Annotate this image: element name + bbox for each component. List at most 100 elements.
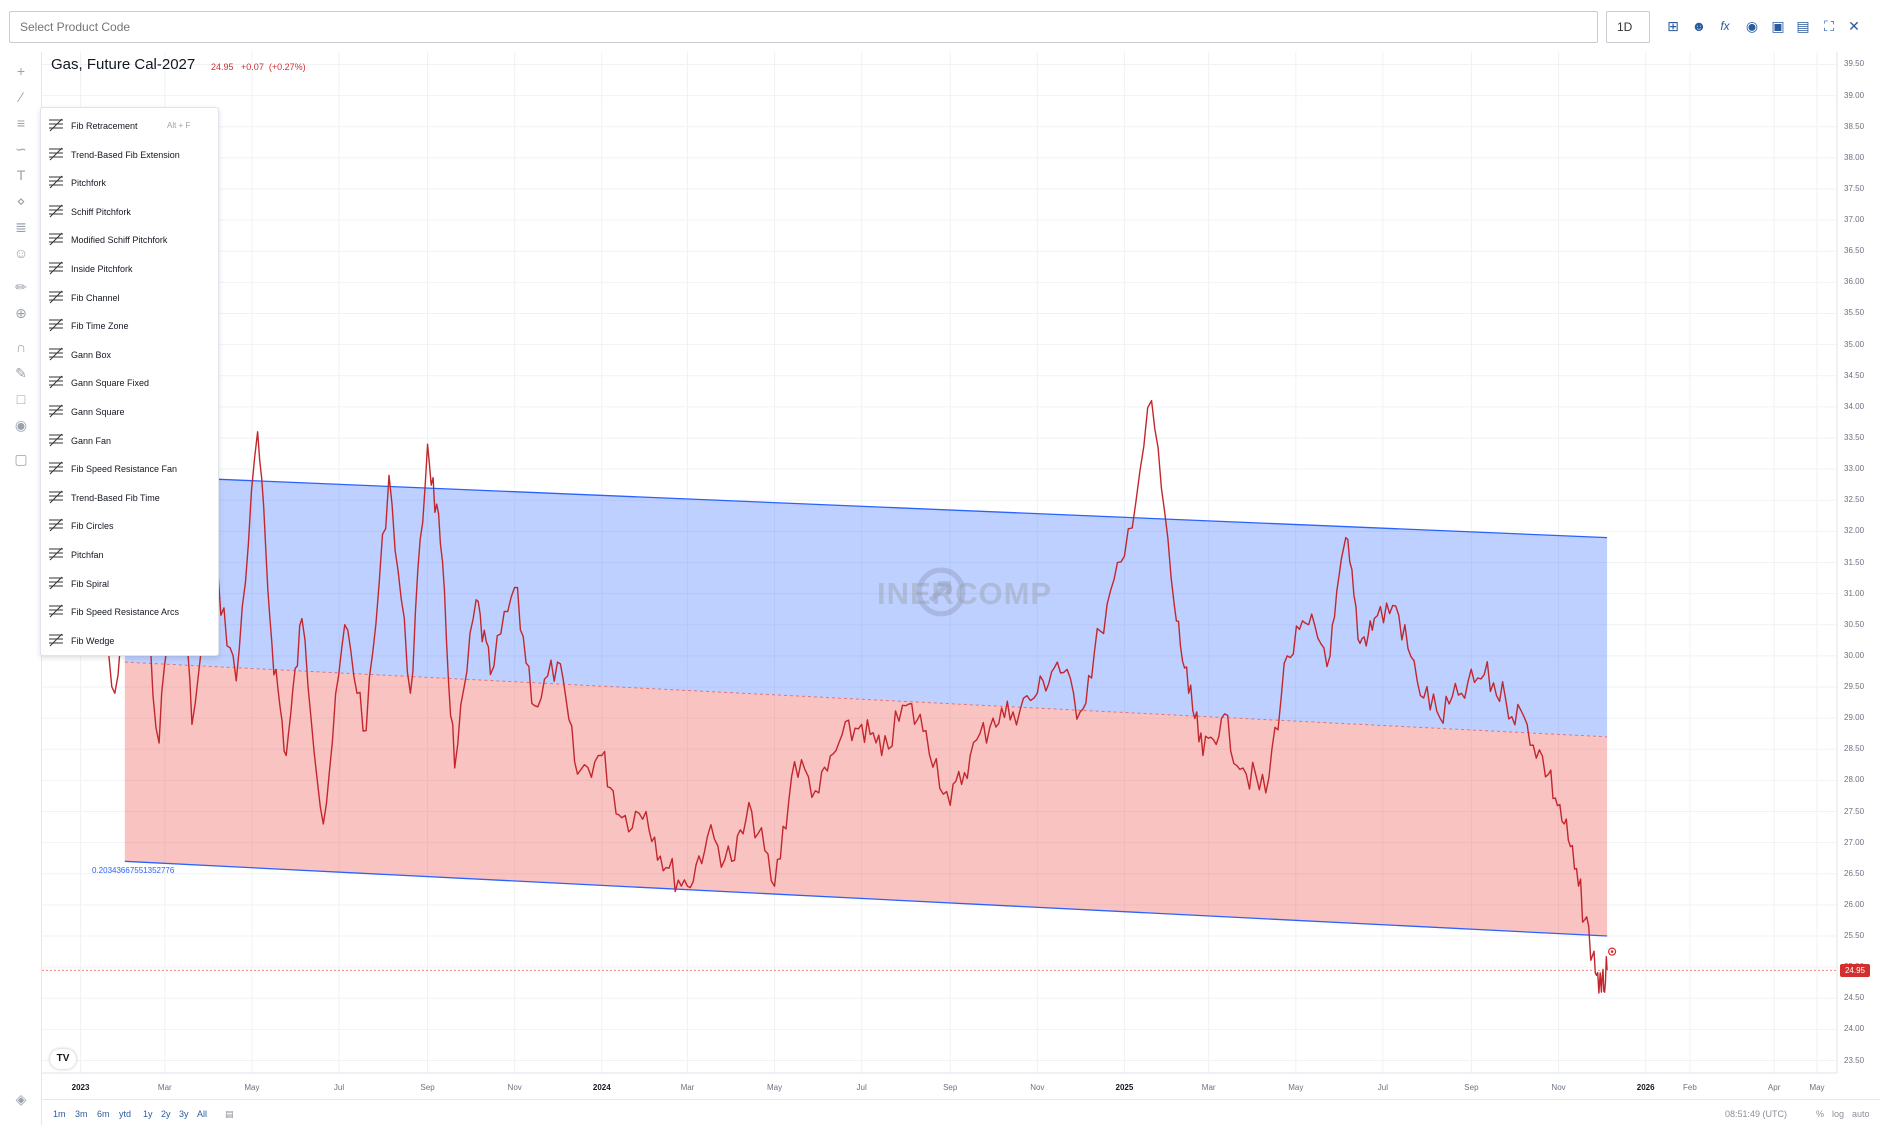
fib-menu-item[interactable]: Fib Wedge xyxy=(41,626,220,654)
range-3m-button[interactable]: 3m xyxy=(75,1109,88,1119)
fib-spiral-icon xyxy=(48,575,64,591)
price-tick-label: 37.50 xyxy=(1844,183,1865,193)
time-tick-label: Sep xyxy=(420,1083,435,1092)
fib-menu-item-label: Fib Circles xyxy=(71,521,114,532)
price-tick-label: 33.50 xyxy=(1844,432,1865,442)
fib-menu-item[interactable]: Schiff Pitchfork xyxy=(41,197,220,225)
fib-menu-item[interactable]: Fib Channel xyxy=(41,283,220,311)
time-tick-label: Nov xyxy=(507,1083,522,1092)
fib-menu-item-label: Fib Time Zone xyxy=(71,321,129,332)
time-tick-label: Jul xyxy=(856,1083,867,1092)
fib-menu-item[interactable]: Gann Square Fixed xyxy=(41,368,220,396)
fib-menu-item-label: Fib Speed Resistance Arcs xyxy=(71,607,180,618)
fib-menu-item[interactable]: Gann Box xyxy=(41,340,220,368)
fib-menu-item[interactable]: Fib Retracement Alt + F xyxy=(41,111,220,139)
price-chart[interactable] xyxy=(0,0,1880,1125)
fib-menu-item[interactable]: Modified Schiff Pitchfork xyxy=(41,225,220,253)
fib-wedge-icon xyxy=(48,632,64,648)
range-1m-button[interactable]: 1m xyxy=(53,1109,66,1119)
price-tick-label: 28.00 xyxy=(1844,775,1865,785)
bottom-toolbar: 1m 3m 6m ytd 1y 2y 3y All ▤ 08:51:49 (UT… xyxy=(42,1099,1880,1125)
time-tick-label: May xyxy=(767,1083,783,1092)
fib-menu-item[interactable]: Fib Time Zone xyxy=(41,311,220,339)
price-tick-label: 26.00 xyxy=(1844,899,1865,909)
gann-box-icon xyxy=(48,346,64,362)
range-6m-button[interactable]: 6m xyxy=(97,1109,110,1119)
fib-menu-item[interactable]: Fib Speed Resistance Fan xyxy=(41,454,220,482)
time-tick-label: Mar xyxy=(1201,1083,1216,1092)
last-value: 24.95 xyxy=(211,62,234,72)
time-tick-label: Apr xyxy=(1767,1083,1781,1092)
price-tick-label: 34.00 xyxy=(1844,401,1865,411)
time-tick-label: 2026 xyxy=(1636,1083,1655,1092)
fib-menu-item[interactable]: Trend-Based Fib Extension xyxy=(41,140,220,168)
price-tick-label: 39.50 xyxy=(1844,59,1865,69)
price-tick-label: 28.50 xyxy=(1844,744,1865,754)
price-tick-label: 33.00 xyxy=(1844,464,1865,474)
price-tick-label: 29.00 xyxy=(1844,713,1865,723)
price-tick-label: 29.50 xyxy=(1844,682,1865,691)
app-root: 1D ⊞ ☻ fx ◉ ▣ ▤ ⛶ ✕ + ∕ ≡ ∽ T ⋄ ≣ ☺ ✏ ⊕ … xyxy=(0,0,1880,1125)
fib-menu-item[interactable]: Fib Spiral xyxy=(41,569,220,597)
fib-menu-item-label: Trend-Based Fib Time xyxy=(71,492,160,503)
gann-square-icon xyxy=(48,403,64,419)
fib-menu-item-label: Fib Spiral xyxy=(71,578,110,589)
last-price-label: 24.95 xyxy=(1840,964,1870,978)
date-range-icon[interactable]: ▤ xyxy=(225,1109,234,1120)
time-tick-label: Mar xyxy=(157,1083,172,1092)
fib-tools-menu: Fib Retracement Alt + F Trend-Based Fib Ex… xyxy=(40,107,219,656)
fib-menu-item-label: Fib Wedge xyxy=(71,635,115,646)
fib-menu-item-label: Pitchfork xyxy=(71,178,107,189)
fib-channel-icon xyxy=(48,289,64,305)
range-3y-button[interactable]: 3y xyxy=(179,1109,189,1119)
fib-menu-item[interactable]: Gann Square xyxy=(41,397,220,425)
price-tick-label: 39.00 xyxy=(1844,90,1865,100)
log-toggle[interactable]: log xyxy=(1832,1109,1844,1119)
price-tick-label: 31.50 xyxy=(1844,557,1865,567)
range-all-button[interactable]: All xyxy=(197,1109,207,1119)
price-tick-label: 27.00 xyxy=(1844,837,1865,847)
fib-menu-item-label: Pitchfan xyxy=(71,550,104,560)
pitchfan-icon xyxy=(48,546,64,562)
time-tick-label: Feb xyxy=(1683,1083,1697,1092)
fib-menu-item-label: Gann Square Fixed xyxy=(71,378,150,389)
time-tick-label: Jul xyxy=(333,1083,345,1092)
price-tick-label: 37.00 xyxy=(1844,215,1865,225)
time-tick-label: May xyxy=(244,1083,260,1092)
fib-menu-item[interactable]: Pitchfork xyxy=(41,168,220,196)
fib-menu-item[interactable]: Trend-Based Fib Time xyxy=(41,483,220,511)
fib-menu-item[interactable]: Gann Fan xyxy=(41,426,220,454)
fib-menu-item[interactable]: Inside Pitchfork xyxy=(41,254,220,282)
time-tick-label: 2024 xyxy=(592,1083,611,1092)
trend-fib-time-icon xyxy=(48,489,64,505)
price-tick-label: 23.50 xyxy=(1844,1055,1865,1065)
fib-menu-item-label: Inside Pitchfork xyxy=(71,264,133,274)
fib-menu-item-label: Fib Retracement xyxy=(71,121,138,131)
fib-menu-item[interactable]: Pitchfan xyxy=(41,540,220,568)
fib-menu-item[interactable]: Fib Circles xyxy=(41,511,220,539)
chart-ohlc: 24.95 +0.07 (+0.27%) xyxy=(211,62,306,72)
range-2y-button[interactable]: 2y xyxy=(161,1109,171,1119)
range-ytd-button[interactable]: ytd xyxy=(119,1109,131,1119)
gann-square-fixed-icon xyxy=(48,374,64,390)
time-tick-label: 2023 xyxy=(71,1083,90,1092)
price-tick-label: 35.50 xyxy=(1844,308,1865,318)
price-tick-label: 27.50 xyxy=(1844,806,1865,816)
price-tick-label: 32.00 xyxy=(1844,526,1865,536)
fib-menu-item[interactable]: Fib Speed Resistance Arcs xyxy=(41,597,220,625)
fib-menu-item-label: Gann Fan xyxy=(71,435,112,446)
range-1y-button[interactable]: 1y xyxy=(143,1109,153,1119)
fib-speed-fan-icon xyxy=(48,460,64,476)
auto-toggle[interactable]: auto xyxy=(1852,1109,1870,1119)
time-tick-label: May xyxy=(1809,1083,1825,1092)
price-tick-label: 38.50 xyxy=(1844,121,1865,131)
fib-retracement-icon xyxy=(48,117,64,133)
percent-toggle[interactable]: % xyxy=(1816,1109,1824,1119)
fib-channel-drawing xyxy=(124,474,1608,937)
time-tick-label: Sep xyxy=(943,1083,958,1092)
tradingview-logo-icon[interactable]: TV xyxy=(50,1049,76,1069)
fib-time-zone-icon xyxy=(48,317,64,333)
price-tick-label: 24.50 xyxy=(1844,993,1865,1003)
fib-menu-item-label: Fib Speed Resistance Fan xyxy=(71,464,178,475)
utc-clock[interactable]: 08:51:49 (UTC) xyxy=(1725,1109,1787,1119)
